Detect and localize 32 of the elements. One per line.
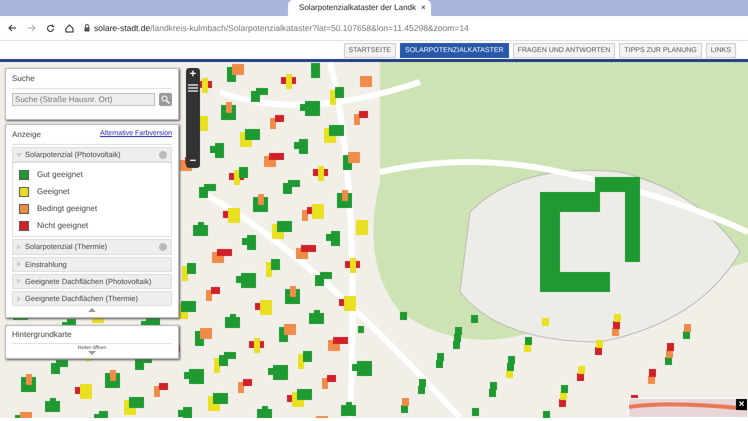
- home-icon[interactable]: [65, 24, 74, 32]
- panel-title: Hintergrundkarte: [12, 329, 172, 344]
- reload-icon[interactable]: [46, 24, 55, 32]
- expand-icon[interactable]: [88, 351, 96, 355]
- search-button[interactable]: [159, 93, 172, 106]
- info-icon[interactable]: [159, 150, 167, 159]
- tab-title: Solarpotenzialkataster der Landk: [299, 2, 416, 14]
- browser-tab[interactable]: Solarpotenzialkataster der Landk ×: [288, 0, 431, 16]
- search-icon: [161, 95, 170, 104]
- close-button[interactable]: ×: [736, 399, 747, 410]
- lock-icon: [84, 24, 90, 32]
- zoom-out-button[interactable]: −: [186, 155, 200, 168]
- legend-label: Geeignet: [37, 186, 70, 198]
- close-icon[interactable]: ×: [420, 2, 426, 14]
- legend-label: Nicht geeignet: [37, 220, 88, 232]
- zoom-in-button[interactable]: +: [186, 68, 200, 81]
- layers-icon[interactable]: [188, 84, 198, 92]
- forward-icon[interactable]: [27, 24, 36, 32]
- expand-icon: [17, 261, 21, 268]
- legend-label: Bedingt geeignet: [37, 202, 98, 215]
- minimap[interactable]: ×: [628, 398, 748, 418]
- back-icon[interactable]: [8, 24, 17, 32]
- expand-icon: [17, 278, 21, 284]
- panel-title: Suche: [12, 73, 172, 89]
- expand-icon: [17, 244, 21, 250]
- panel-title: Anzeige: [12, 129, 41, 141]
- expand-icon: [16, 152, 22, 157]
- url-field[interactable]: solare-stadt.de/landkreis-kulmbach/Solarpotenzialkataster?lat=50.107658&lon=11.45298&zoom=14: [94, 22, 469, 34]
- legend-label: Gut geeignet: [37, 168, 83, 181]
- search-field[interactable]: Suche (Straße Hausnr. Ort): [12, 93, 155, 106]
- info-icon[interactable]: [159, 242, 167, 251]
- expand-icon: [17, 296, 21, 302]
